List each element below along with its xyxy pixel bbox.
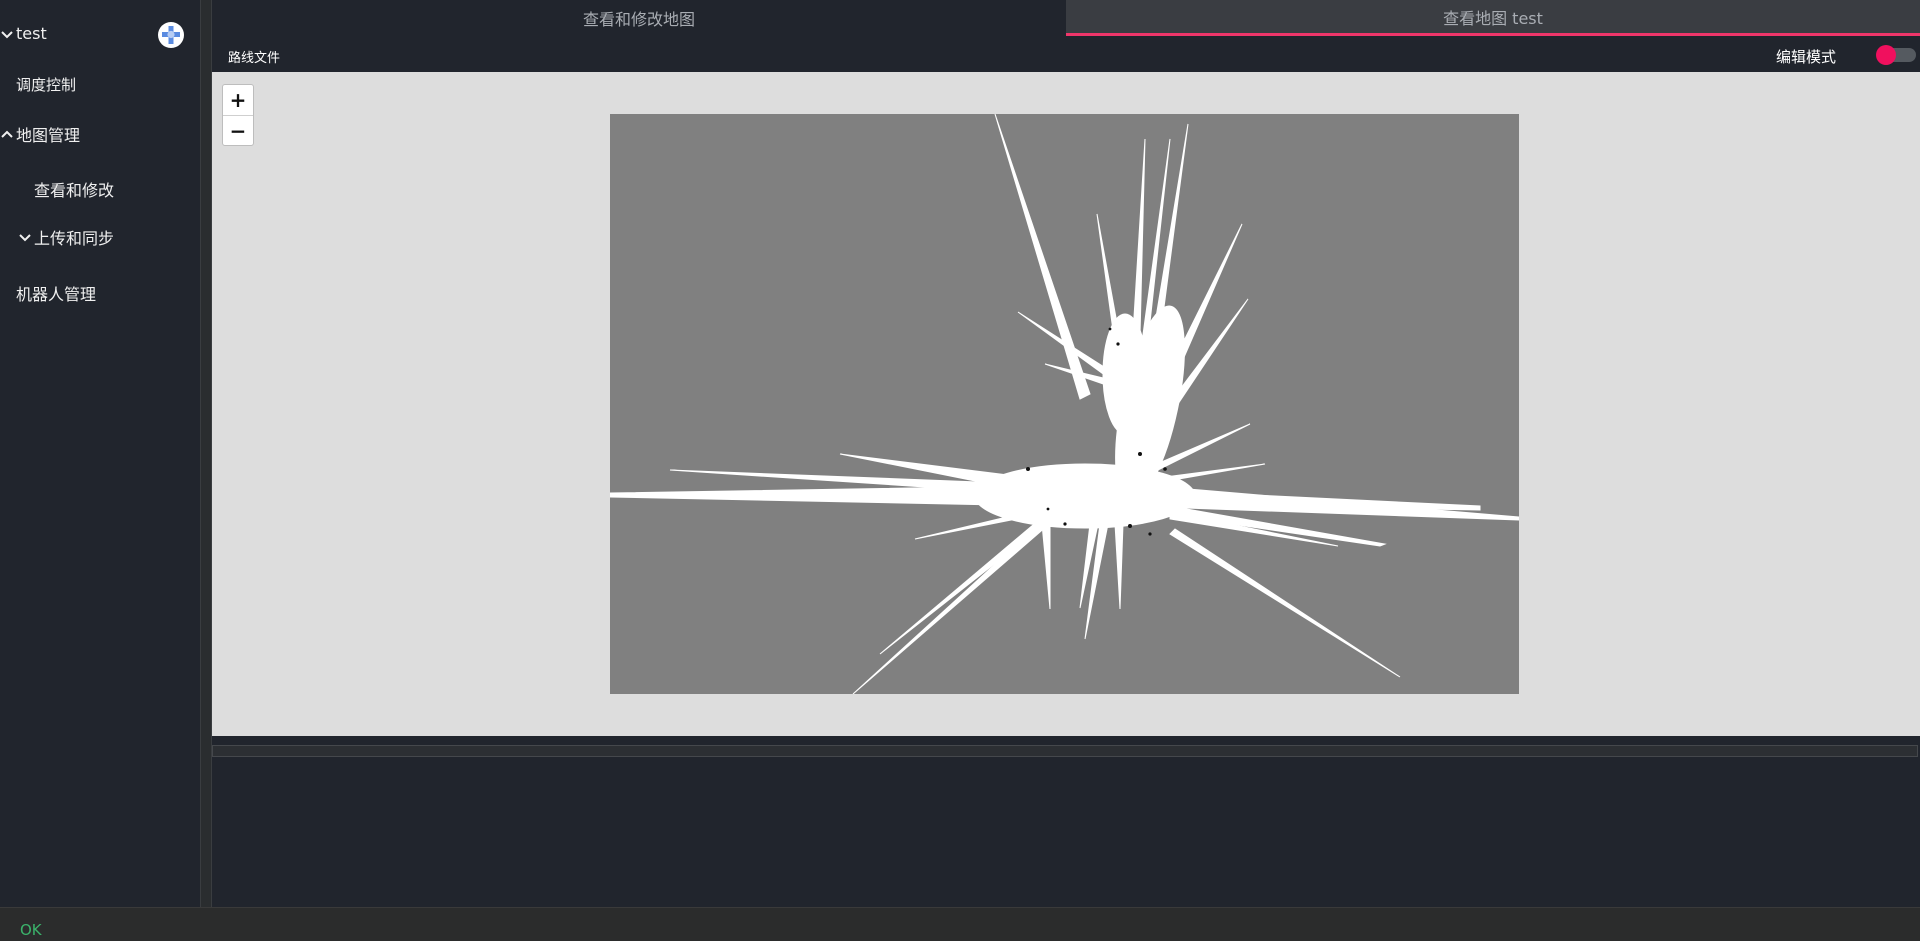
sidebar-item-label: 调度控制 xyxy=(16,76,77,94)
chevron-down-icon xyxy=(18,230,32,244)
horizontal-scrollbar[interactable] xyxy=(212,745,1918,757)
lower-panel xyxy=(212,757,1920,907)
toggle-knob xyxy=(1876,45,1896,65)
sidebar-item-label: 地图管理 xyxy=(16,126,81,145)
sidebar-item-root[interactable]: test xyxy=(0,24,47,43)
zoom-out-button[interactable]: − xyxy=(223,115,253,145)
zoom-in-button[interactable]: + xyxy=(223,85,253,115)
occupancy-map-image xyxy=(609,113,1520,695)
sidebar: test 调度控制 地图管理 查看和修改 上传和同步 机器人管理 xyxy=(0,0,200,907)
status-bar: OK xyxy=(0,907,1920,941)
tab-view-map-test[interactable]: 查看地图 test xyxy=(1066,0,1920,36)
tab-bar: 查看和修改地图 查看地图 test xyxy=(212,0,1920,36)
sidebar-item-view-and-edit[interactable]: 查看和修改 xyxy=(34,177,114,201)
sidebar-item-label: 机器人管理 xyxy=(16,285,97,304)
map-image[interactable] xyxy=(609,113,1520,695)
zoom-control: + − xyxy=(222,84,254,146)
tab-view-edit-map[interactable]: 查看和修改地图 xyxy=(212,0,1066,36)
sidebar-item-upload-sync[interactable]: 上传和同步 xyxy=(18,225,114,249)
app-logo-icon[interactable] xyxy=(158,22,184,48)
status-text: OK xyxy=(20,921,42,939)
sidebar-item-label: test xyxy=(16,24,47,43)
chevron-up-icon xyxy=(0,127,14,141)
chevron-down-icon xyxy=(0,27,14,41)
sidebar-item-label: 上传和同步 xyxy=(34,229,115,248)
sidebar-item-label: 查看和修改 xyxy=(34,181,115,200)
sidebar-splitter[interactable] xyxy=(200,0,212,907)
edit-mode-label: 编辑模式 xyxy=(1775,48,1836,66)
edit-mode-toggle[interactable] xyxy=(1876,45,1916,65)
sidebar-item-map-management[interactable]: 地图管理 xyxy=(0,122,80,146)
route-file-button[interactable]: 路线文件 xyxy=(228,47,280,66)
sidebar-item-dispatch-control[interactable]: 调度控制 xyxy=(16,74,76,95)
map-viewport[interactable]: + − xyxy=(212,72,1920,736)
map-toolbar: 路线文件 编辑模式 xyxy=(212,36,1920,72)
sidebar-item-robot-management[interactable]: 机器人管理 xyxy=(16,281,96,305)
